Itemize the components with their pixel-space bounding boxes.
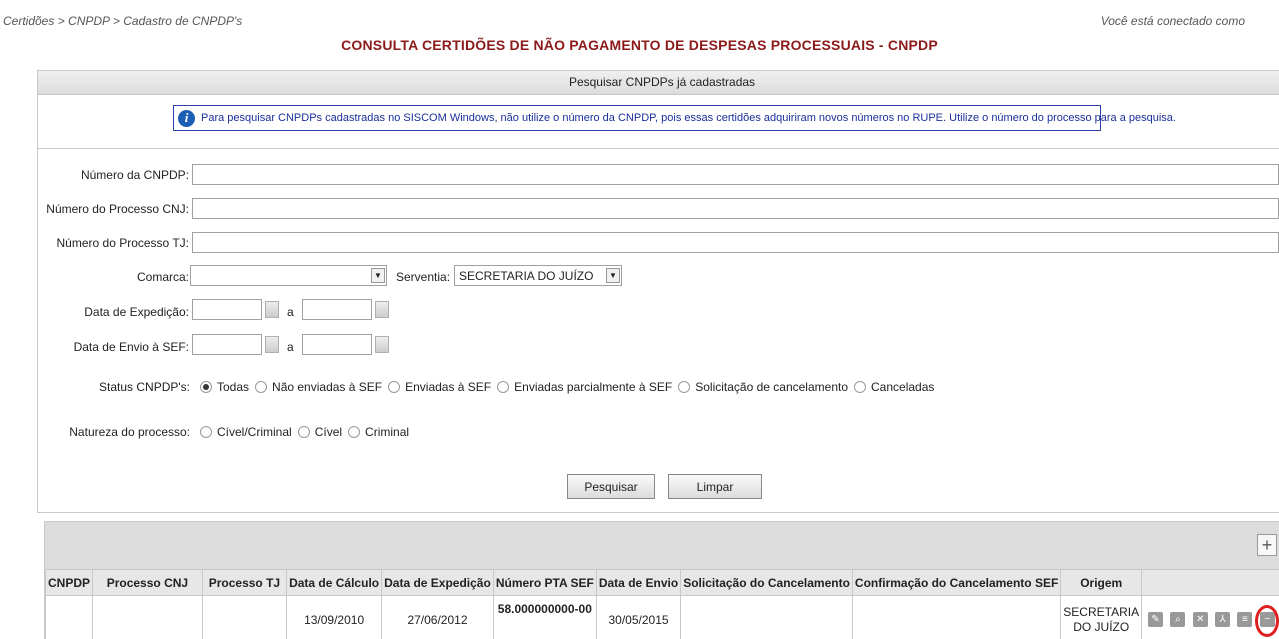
- cell-origem: SECRETARIA DO JUÍZO: [1060, 595, 1143, 639]
- radio-status-parcial[interactable]: [497, 381, 510, 393]
- search-panel: Pesquisar CNPDPs já cadastradas i Para p…: [37, 70, 1279, 513]
- numero-tj-label: Número do Processo TJ:: [56, 236, 190, 250]
- cell-data-expedicao: 27/06/2012: [381, 595, 494, 639]
- column-header[interactable]: Processo CNJ: [92, 569, 203, 596]
- radio-label: Enviadas parcialmente à SEF: [514, 380, 673, 394]
- data-expedicao-from-input[interactable]: [192, 299, 262, 320]
- origem-line-1: SECRETARIA: [1063, 604, 1140, 619]
- pdf-icon[interactable]: ⅄: [1215, 612, 1231, 628]
- info-text: Para pesquisar CNPDPs cadastradas no SIS…: [201, 112, 1176, 124]
- column-header[interactable]: Processo TJ: [201, 569, 288, 596]
- calendar-icon[interactable]: [265, 336, 279, 353]
- data-envio-label: Data de Envio à SEF:: [73, 340, 189, 354]
- radio-status-nao-enviadas[interactable]: [255, 381, 268, 393]
- cancel-icon[interactable]: ✕: [1192, 612, 1208, 628]
- search-panel-title: Pesquisar CNPDPs já cadastradas: [38, 71, 1279, 95]
- data-envio-from-input[interactable]: [192, 334, 262, 355]
- range-separator: a: [287, 340, 294, 354]
- radio-label: Enviadas à SEF: [405, 380, 492, 394]
- column-header[interactable]: Data de Expedição: [381, 569, 494, 596]
- radio-label: Não enviadas à SEF: [272, 380, 383, 394]
- radio-status-todas[interactable]: [200, 381, 212, 393]
- calendar-icon[interactable]: [375, 301, 389, 318]
- radio-status-enviadas[interactable]: [388, 381, 401, 393]
- view-icon[interactable]: ⌕: [1170, 612, 1186, 628]
- serventia-select[interactable]: SECRETARIA DO JUÍZO ▼: [454, 265, 622, 286]
- add-icon[interactable]: +: [1257, 534, 1277, 556]
- panel-divider: [38, 148, 1279, 149]
- limpar-button[interactable]: Limpar: [668, 474, 762, 499]
- comarca-select[interactable]: ▼: [190, 265, 387, 286]
- cell-numero-pta: 58.000000000-00: [492, 595, 597, 639]
- info-icon: i: [178, 109, 195, 127]
- column-header[interactable]: Número PTA SEF: [492, 569, 597, 596]
- column-header[interactable]: Solicitação do Cancelamento: [680, 569, 853, 596]
- comarca-label: Comarca:: [136, 270, 189, 284]
- radio-label: Solicitação de cancelamento: [695, 380, 848, 394]
- pesquisar-button[interactable]: Pesquisar: [567, 474, 655, 499]
- results-toolbar: +: [45, 522, 1279, 569]
- data-expedicao-label: Data de Expedição:: [84, 305, 189, 319]
- highlight-circle: [1255, 605, 1279, 637]
- cell-processo-tj: [201, 595, 288, 639]
- chevron-down-icon[interactable]: ▼: [371, 268, 385, 283]
- numero-cnpdp-input[interactable]: [192, 164, 1279, 185]
- data-envio-to-input[interactable]: [302, 334, 372, 355]
- cell-confirmacao: [851, 595, 1062, 639]
- radio-label: Cível/Criminal: [217, 425, 292, 439]
- status-radio-group: Todas Não enviadas à SEF Enviadas à SEF …: [194, 380, 934, 394]
- results-table: CNPDP Processo CNJ Processo TJ Data de C…: [44, 569, 1279, 639]
- calendar-icon[interactable]: [375, 336, 389, 353]
- column-header[interactable]: CNPDP: [44, 569, 94, 596]
- serventia-value: SECRETARIA DO JUÍZO: [459, 268, 594, 283]
- radio-label: Cível: [314, 425, 343, 439]
- radio-label: Canceladas: [871, 380, 935, 394]
- column-header[interactable]: Data de Cálculo: [286, 569, 383, 596]
- cell-cnpdp: [44, 595, 94, 639]
- numero-cnj-label: Número do Processo CNJ:: [46, 202, 189, 216]
- numero-cnpdp-label: Número da CNPDP:: [80, 168, 189, 182]
- origem-line-2: DO JUÍZO: [1073, 619, 1130, 634]
- column-header[interactable]: Origem: [1060, 569, 1143, 596]
- status-label: Status CNPDP's:: [99, 380, 190, 394]
- page-title: CONSULTA CERTIDÕES DE NÃO PAGAMENTO DE D…: [341, 37, 938, 53]
- column-header[interactable]: Data de Envio: [595, 569, 682, 596]
- numero-cnj-input[interactable]: [192, 198, 1279, 219]
- cell-solicitacao: [680, 595, 853, 639]
- table-row[interactable]: 13/09/2010 27/06/2012 58.000000000-00 30…: [44, 595, 1279, 639]
- serventia-label: Serventia:: [396, 270, 451, 284]
- calendar-icon[interactable]: [265, 301, 279, 318]
- column-header[interactable]: Confirmação do Cancelamento SEF: [851, 569, 1062, 596]
- radio-status-solicitacao[interactable]: [678, 381, 691, 393]
- radio-label: Todas: [217, 380, 250, 394]
- edit-icon[interactable]: ✎: [1148, 612, 1164, 628]
- results-panel: + CNPDP Processo CNJ Processo TJ Data de…: [44, 521, 1279, 639]
- numero-tj-input[interactable]: [192, 232, 1279, 253]
- info-box: i Para pesquisar CNPDPs cadastradas no S…: [173, 105, 1176, 131]
- cell-data-envio: 30/05/2015: [595, 595, 682, 639]
- range-separator: a: [287, 305, 294, 319]
- natureza-radio-group: Cível/Criminal Cível Criminal: [194, 425, 409, 439]
- breadcrumb: Certidões > CNPDP > Cadastro de CNPDP's: [3, 14, 243, 28]
- column-header: [1141, 569, 1279, 596]
- list-icon[interactable]: ≡: [1237, 612, 1253, 628]
- connected-user-text: Você está conectado como: [1100, 14, 1245, 28]
- chevron-down-icon[interactable]: ▼: [606, 268, 620, 283]
- data-expedicao-to-input[interactable]: [302, 299, 372, 320]
- table-header-row: CNPDP Processo CNJ Processo TJ Data de C…: [44, 569, 1279, 596]
- natureza-label: Natureza do processo:: [69, 425, 190, 439]
- radio-status-canceladas[interactable]: [854, 381, 866, 393]
- radio-natureza-civel[interactable]: [297, 426, 310, 438]
- radio-natureza-civel-criminal[interactable]: [200, 426, 212, 438]
- cell-data-calculo: 13/09/2010: [286, 595, 383, 639]
- cell-processo-cnj: [92, 595, 203, 639]
- radio-natureza-criminal[interactable]: [348, 426, 361, 438]
- radio-label: Criminal: [365, 425, 410, 439]
